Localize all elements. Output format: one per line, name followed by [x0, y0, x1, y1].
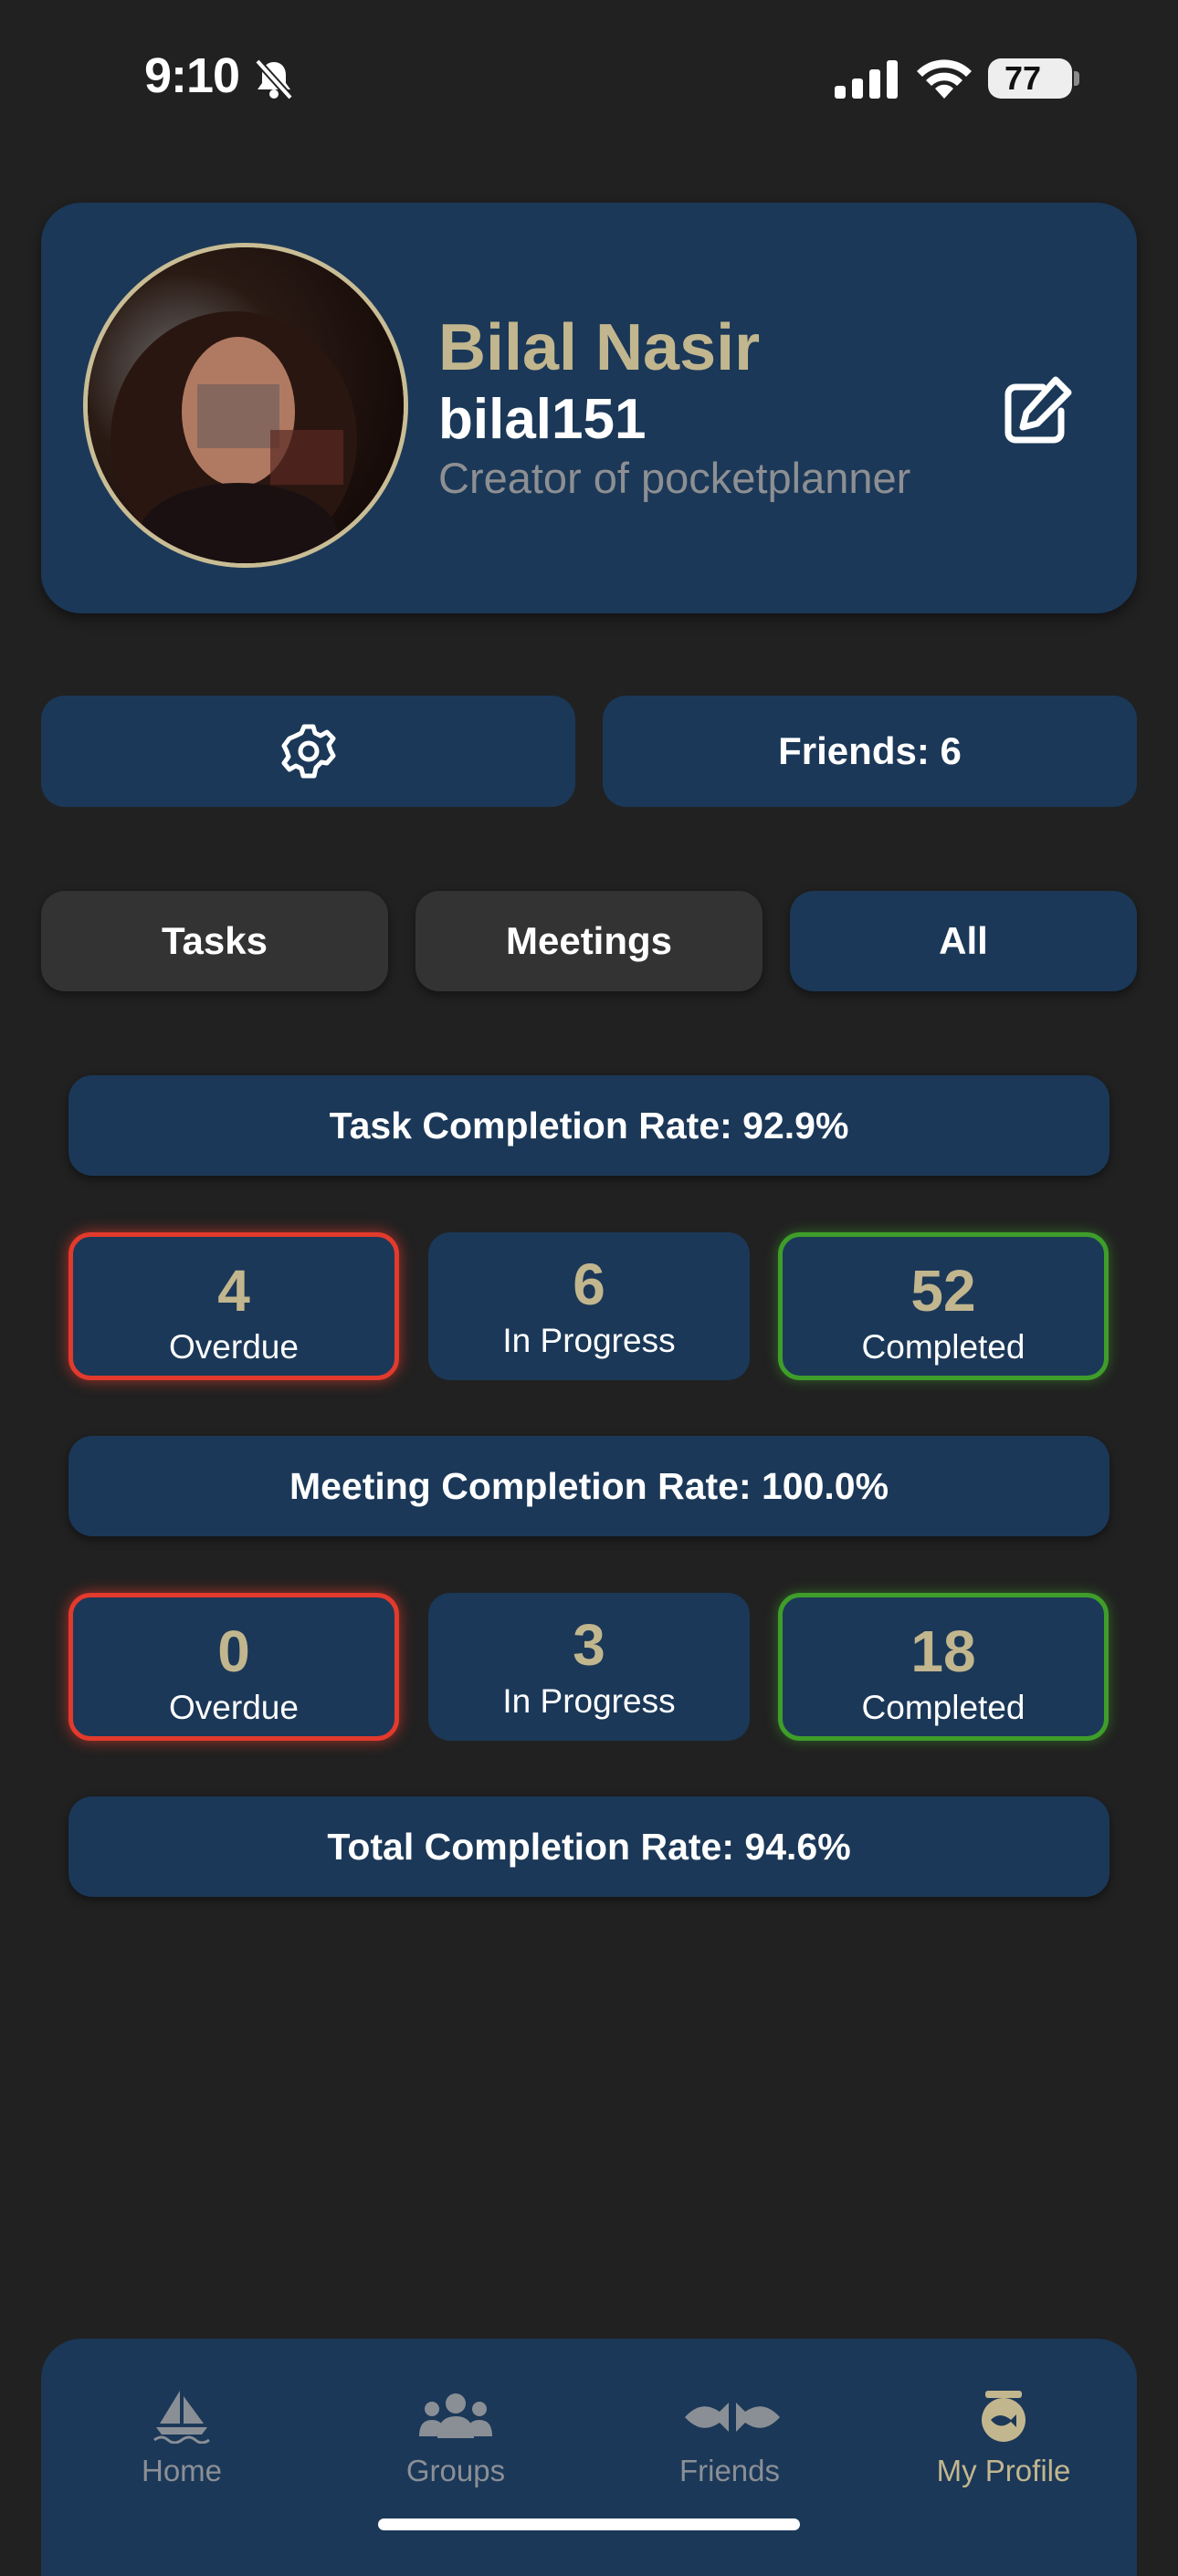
sailboat-icon: [153, 2391, 210, 2444]
fishbowl-icon: [982, 2391, 1025, 2442]
meetings-overdue-card[interactable]: 0 Overdue: [68, 1593, 399, 1741]
profile-name: Bilal Nasir: [438, 311, 761, 384]
tab-tasks[interactable]: Tasks: [41, 891, 388, 991]
meetings-overdue-label: Overdue: [169, 1689, 299, 1726]
tasks-overdue-card[interactable]: 4 Overdue: [68, 1232, 399, 1380]
profile-username: bilal151: [438, 388, 647, 451]
tasks-in-progress-card[interactable]: 6 In Progress: [428, 1232, 750, 1380]
nav-my-profile-label: My Profile: [936, 2454, 1071, 2487]
avatar[interactable]: [83, 243, 408, 568]
wifi-icon: [917, 59, 972, 99]
battery-tip: [1074, 71, 1079, 86]
profile-photo: [88, 247, 404, 563]
tasks-completed-label: Completed: [861, 1328, 1025, 1366]
meetings-completed-label: Completed: [861, 1689, 1025, 1726]
gear-icon: [281, 724, 335, 779]
meetings-in-progress-count: 3: [573, 1612, 605, 1678]
nav-groups[interactable]: Groups: [346, 2388, 565, 2488]
nav-friends[interactable]: Friends: [620, 2388, 839, 2488]
tasks-overdue-count: 4: [217, 1258, 250, 1324]
fish-icon: [685, 2403, 780, 2432]
nav-groups-label: Groups: [405, 2454, 506, 2487]
meetings-in-progress-label: In Progress: [502, 1682, 676, 1720]
total-completion-rate: Total Completion Rate: 94.6%: [68, 1796, 1110, 1897]
home-indicator: [378, 2518, 800, 2530]
tab-all[interactable]: All: [790, 891, 1137, 991]
settings-button[interactable]: [41, 696, 575, 807]
meeting-completion-rate: Meeting Completion Rate: 100.0%: [68, 1436, 1110, 1536]
tasks-in-progress-count: 6: [573, 1251, 605, 1317]
tasks-overdue-label: Overdue: [169, 1328, 299, 1366]
bottom-nav: Home Groups Friends My Profile: [41, 2339, 1137, 2576]
users-icon: [419, 2393, 492, 2438]
tasks-in-progress-label: In Progress: [502, 1322, 676, 1359]
nav-friends-label: Friends: [678, 2454, 781, 2487]
tasks-completed-card[interactable]: 52 Completed: [778, 1232, 1109, 1380]
battery-level: 77: [1004, 59, 1042, 97]
nav-home[interactable]: Home: [72, 2388, 291, 2488]
tab-meetings[interactable]: Meetings: [415, 891, 763, 991]
battery-icon: 77: [988, 58, 1072, 99]
nav-home-label: Home: [141, 2454, 223, 2487]
profile-bio: Creator of pocketplanner: [438, 454, 911, 502]
task-completion-rate: Task Completion Rate: 92.9%: [68, 1075, 1110, 1176]
edit-icon[interactable]: [995, 374, 1078, 447]
status-time: 9:10: [144, 48, 240, 103]
bell-slash-icon: [255, 58, 293, 100]
nav-my-profile[interactable]: My Profile: [894, 2388, 1113, 2488]
tasks-completed-count: 52: [910, 1258, 976, 1324]
meetings-completed-card[interactable]: 18 Completed: [778, 1593, 1109, 1741]
meetings-overdue-count: 0: [217, 1618, 250, 1684]
meetings-in-progress-card[interactable]: 3 In Progress: [428, 1593, 750, 1741]
friends-count-button[interactable]: Friends: 6: [603, 696, 1137, 807]
signal-icon: [835, 60, 898, 99]
meetings-completed-count: 18: [910, 1618, 976, 1684]
